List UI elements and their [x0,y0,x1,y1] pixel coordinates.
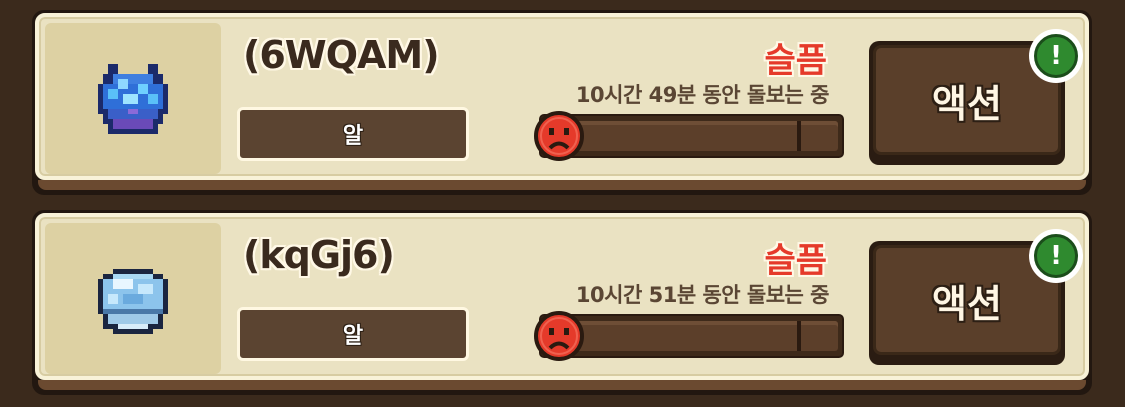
sad-face-icon [533,110,585,166]
mood-bar [534,311,844,361]
sad-face-icon [533,310,585,366]
mood-bar-divider [797,321,801,351]
pet-name: (6WQAM) [243,33,440,77]
blue-crystal-creature-icon [93,59,173,139]
card-lip [38,180,1086,190]
mood-status-label: 슬픔 [764,241,827,281]
pet-list: (6WQAM) 알 슬픔 10시간 49분 동안 돌보는 중 액션 ! (kqG… [0,0,1125,407]
alert-badge-icon: ! [1029,229,1083,283]
care-time-label: 10시간 51분 동안 돌보는 중 [575,283,830,307]
pet-type-badge: 알 [237,107,469,161]
alert-badge-symbol: ! [1034,234,1078,278]
pet-name: (kqGj6) [243,233,395,277]
card-face: (kqGj6) 알 슬픔 10시간 51분 동안 돌보는 중 액션 ! [35,213,1089,380]
care-time-label: 10시간 49분 동안 돌보는 중 [575,83,830,107]
pet-card: (kqGj6) 알 슬픔 10시간 51분 동안 돌보는 중 액션 ! [32,210,1092,395]
alert-badge-icon: ! [1029,29,1083,83]
blue-shell-egg-icon [93,259,173,339]
pet-card: (6WQAM) 알 슬픔 10시간 49분 동안 돌보는 중 액션 ! [32,10,1092,195]
card-lip [38,380,1086,390]
card-face: (6WQAM) 알 슬픔 10시간 49분 동안 돌보는 중 액션 ! [35,13,1089,180]
pet-icon-cell [45,23,221,174]
mood-bar [534,111,844,161]
alert-badge-symbol: ! [1034,34,1078,78]
pet-type-badge: 알 [237,307,469,361]
pet-icon-cell [45,223,221,374]
mood-status-label: 슬픔 [764,41,827,81]
mood-bar-divider [797,121,801,151]
